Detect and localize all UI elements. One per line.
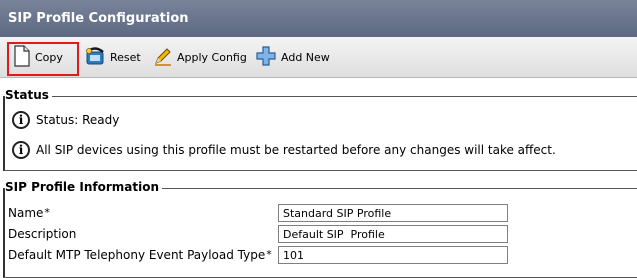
name-field-row: Name* Standard SIP Profile xyxy=(8,204,637,223)
required-marker: * xyxy=(44,206,50,219)
status-notice-row: i All SIP devices using this profile mus… xyxy=(12,141,556,159)
mtp-payload-type-input[interactable]: 101 xyxy=(278,246,508,264)
required-marker: * xyxy=(266,248,272,261)
mtp-payload-type-field-row: Default MTP Telephony Event Payload Type… xyxy=(8,246,637,265)
description-label: Description xyxy=(8,227,77,241)
apply-config-button[interactable]: Apply Config xyxy=(153,37,247,77)
title-bar: SIP Profile Configuration xyxy=(0,0,637,37)
status-group xyxy=(3,96,637,171)
reset-phone-icon xyxy=(84,45,106,70)
status-ready-row: i Status: Ready xyxy=(12,111,119,129)
description-field-row: Description Default SIP Profile xyxy=(8,225,637,244)
status-legend: Status xyxy=(5,88,52,102)
apply-config-button-label: Apply Config xyxy=(177,50,247,64)
toolbar: Copy Reset Apply Config Add New xyxy=(0,37,637,78)
status-notice-text: All SIP devices using this profile must … xyxy=(36,143,556,157)
sip-profile-info-legend: SIP Profile Information xyxy=(5,180,162,194)
pencil-icon xyxy=(153,46,173,69)
status-ready-text: Status: Ready xyxy=(36,113,120,127)
reset-button[interactable]: Reset xyxy=(84,37,141,77)
info-icon: i xyxy=(12,111,30,129)
name-input[interactable]: Standard SIP Profile xyxy=(278,204,508,222)
info-icon: i xyxy=(12,141,30,159)
reset-button-label: Reset xyxy=(110,50,141,64)
name-label: Name xyxy=(8,206,44,220)
add-new-button[interactable]: Add New xyxy=(255,37,330,77)
add-new-button-label: Add New xyxy=(281,50,330,64)
mtp-payload-type-label: Default MTP Telephony Event Payload Type xyxy=(8,248,266,262)
plus-icon xyxy=(255,45,277,70)
copy-button-highlight xyxy=(7,42,79,76)
page-title: SIP Profile Configuration xyxy=(8,11,189,26)
description-input[interactable]: Default SIP Profile xyxy=(278,225,508,243)
